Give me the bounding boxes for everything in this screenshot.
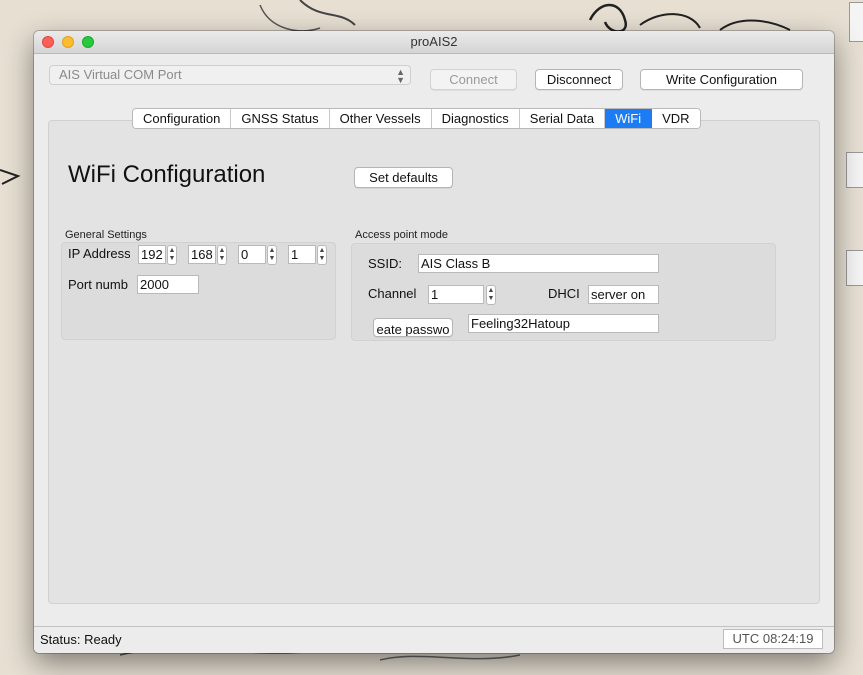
chevron-updown-icon: ▲ ▼ bbox=[396, 67, 405, 85]
status-text: Status: Ready bbox=[40, 632, 122, 647]
tab-diagnostics[interactable]: Diagnostics bbox=[431, 109, 520, 128]
minimize-window-icon[interactable] bbox=[62, 36, 74, 48]
access-point-mode-label: Access point mode bbox=[355, 229, 448, 241]
window-title: proAIS2 bbox=[410, 34, 458, 49]
stepper-arrows-icon[interactable]: ▲ ▼ bbox=[217, 245, 227, 265]
create-password-button[interactable]: eate passwo bbox=[373, 318, 453, 337]
write-configuration-button[interactable]: Write Configuration bbox=[640, 69, 803, 90]
tab-serial-data[interactable]: Serial Data bbox=[519, 109, 606, 128]
general-settings-label: General Settings bbox=[65, 229, 147, 241]
ip-address-label: IP Address bbox=[68, 246, 130, 261]
app-window: proAIS2 AIS Virtual COM Port ▲ ▼ Connect … bbox=[34, 31, 834, 653]
stepper-arrows-icon[interactable]: ▲ ▼ bbox=[167, 245, 177, 265]
disconnect-button[interactable]: Disconnect bbox=[535, 69, 623, 90]
utc-clock: UTC 08:24:19 bbox=[723, 629, 823, 649]
ssid-input[interactable]: AIS Class B bbox=[418, 254, 659, 273]
ip-octet-2-input[interactable]: 168 bbox=[188, 245, 216, 264]
ip-octet-3-input[interactable]: 0 bbox=[238, 245, 266, 264]
tab-other-vessels[interactable]: Other Vessels bbox=[329, 109, 432, 128]
tab-vdr[interactable]: VDR bbox=[652, 109, 700, 128]
tab-configuration[interactable]: Configuration bbox=[133, 109, 232, 128]
dhcp-label: DHCI bbox=[548, 286, 580, 301]
close-window-icon[interactable] bbox=[42, 36, 54, 48]
stepper-arrows-icon[interactable]: ▲ ▼ bbox=[317, 245, 327, 265]
zoom-window-icon[interactable] bbox=[82, 36, 94, 48]
ip-octet-1-input[interactable]: 192 bbox=[138, 245, 166, 264]
set-defaults-button[interactable]: Set defaults bbox=[354, 167, 453, 188]
desktop-file-icon[interactable] bbox=[846, 250, 863, 286]
desktop-file-icon[interactable] bbox=[849, 2, 863, 42]
tab-gnss-status[interactable]: GNSS Status bbox=[231, 109, 330, 128]
port-select[interactable]: AIS Virtual COM Port ▲ ▼ bbox=[49, 65, 411, 85]
page-title: WiFi Configuration bbox=[68, 161, 266, 188]
tab-wifi[interactable]: WiFi bbox=[605, 109, 653, 128]
status-bar: Status: Ready UTC 08:24:19 bbox=[34, 626, 834, 653]
stepper-arrows-icon[interactable]: ▲ ▼ bbox=[267, 245, 277, 265]
stepper-arrows-icon[interactable]: ▲ ▼ bbox=[486, 285, 496, 305]
ssid-label: SSID: bbox=[368, 256, 402, 271]
port-number-label: Port numb bbox=[68, 277, 128, 292]
title-bar[interactable]: proAIS2 bbox=[34, 31, 834, 54]
port-number-input[interactable]: 2000 bbox=[137, 275, 199, 294]
password-input[interactable]: Feeling32Hatoup bbox=[468, 314, 659, 333]
channel-input[interactable]: 1 bbox=[428, 285, 484, 304]
ip-octet-4-input[interactable]: 1 bbox=[288, 245, 316, 264]
tab-content-panel bbox=[48, 120, 820, 604]
dhcp-select[interactable]: server on bbox=[588, 285, 659, 304]
port-select-value: AIS Virtual COM Port bbox=[59, 67, 182, 82]
tab-bar: Configuration GNSS Status Other Vessels … bbox=[132, 108, 701, 129]
channel-label: Channel bbox=[368, 286, 417, 301]
connect-button[interactable]: Connect bbox=[430, 69, 517, 90]
desktop-file-icon[interactable] bbox=[846, 152, 863, 188]
